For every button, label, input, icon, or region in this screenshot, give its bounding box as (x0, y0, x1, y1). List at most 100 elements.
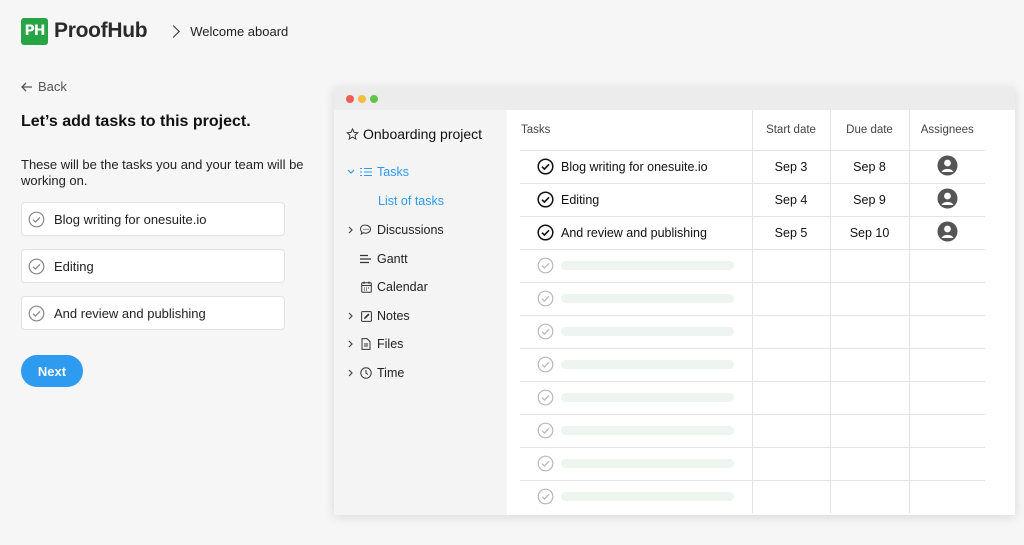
placeholder-row[interactable] (520, 248, 985, 282)
checklist-icon (359, 167, 373, 177)
table-row[interactable]: And review and publishing Sep 5 Sep 10 (520, 215, 985, 249)
placeholder-bar (561, 393, 734, 402)
empty-cell[interactable] (908, 380, 985, 414)
check-circle-icon (537, 455, 554, 472)
assignee-cell[interactable] (908, 215, 985, 249)
placeholder-row[interactable] (520, 281, 985, 315)
check-circle-icon[interactable] (537, 191, 554, 208)
sidebar-item-label: Gantt (377, 252, 408, 266)
check-circle-icon (537, 257, 554, 274)
column-header-due-date[interactable]: Due date (829, 110, 909, 150)
table-row[interactable]: Editing Sep 4 Sep 9 (520, 182, 985, 216)
check-circle-icon (28, 305, 45, 321)
table-row[interactable]: Blog writing for onesuite.io Sep 3 Sep 8 (520, 149, 985, 183)
check-circle-icon[interactable] (537, 158, 554, 175)
empty-cell[interactable] (829, 380, 909, 414)
check-circle-icon (537, 323, 554, 340)
due-date-cell[interactable]: Sep 9 (829, 182, 909, 216)
placeholder-row[interactable] (520, 380, 985, 414)
back-link[interactable]: Back (21, 79, 67, 94)
sidebar-item-label: Discussions (377, 223, 444, 237)
placeholder-bar (561, 327, 734, 336)
placeholder-bar (561, 492, 734, 502)
assignee-cell[interactable] (908, 182, 985, 216)
empty-cell[interactable] (751, 446, 830, 480)
project-title: Onboarding project (346, 126, 482, 142)
placeholder-row[interactable] (520, 446, 985, 480)
empty-cell[interactable] (908, 314, 985, 348)
note-edit-icon (359, 310, 373, 322)
empty-cell[interactable] (908, 347, 985, 381)
start-date-cell[interactable]: Sep 3 (751, 149, 830, 183)
back-label: Back (38, 79, 67, 94)
placeholder-row[interactable] (520, 413, 985, 447)
empty-cell[interactable] (751, 248, 830, 282)
empty-cell[interactable] (829, 413, 909, 447)
empty-cell[interactable] (751, 380, 830, 414)
sidebar-item-label: Time (377, 366, 405, 380)
placeholder-row[interactable] (520, 314, 985, 348)
user-avatar-icon[interactable] (937, 188, 958, 209)
gantt-icon (359, 254, 373, 264)
brand-name[interactable]: ProofHub (54, 19, 148, 43)
empty-cell[interactable] (908, 446, 985, 480)
empty-cell[interactable] (908, 248, 985, 282)
task-input-text: And review and publishing (54, 305, 206, 321)
task-name[interactable]: And review and publishing (561, 226, 707, 240)
next-button[interactable]: Next (21, 355, 83, 387)
sidebar-item-files[interactable]: Files (346, 335, 403, 353)
task-input-text: Blog writing for onesuite.io (54, 211, 207, 227)
proofhub-logo-icon[interactable]: PH (21, 17, 48, 45)
star-icon[interactable] (346, 127, 359, 141)
user-avatar-icon[interactable] (937, 155, 958, 176)
clock-icon (359, 367, 373, 379)
placeholder-row[interactable] (520, 347, 985, 381)
task-input-1[interactable]: Blog writing for onesuite.io (21, 202, 285, 236)
empty-cell[interactable] (751, 314, 830, 348)
sidebar-item-discussions[interactable]: Discussions (346, 221, 444, 239)
task-name[interactable]: Blog writing for onesuite.io (561, 160, 708, 174)
window-titlebar (334, 87, 1015, 110)
project-sidebar: Onboarding project Tasks List of tasks D… (334, 110, 507, 515)
check-circle-icon (537, 488, 554, 505)
check-circle-icon[interactable] (537, 224, 554, 241)
empty-cell[interactable] (908, 413, 985, 447)
empty-cell[interactable] (908, 479, 985, 513)
empty-cell[interactable] (751, 413, 830, 447)
column-header-tasks[interactable]: Tasks (520, 110, 752, 150)
empty-cell[interactable] (751, 347, 830, 381)
assignee-cell[interactable] (908, 149, 985, 183)
empty-cell[interactable] (829, 314, 909, 348)
due-date-cell[interactable]: Sep 8 (829, 149, 909, 183)
placeholder-row[interactable] (520, 479, 985, 513)
user-avatar-icon[interactable] (937, 221, 958, 242)
empty-cell[interactable] (829, 347, 909, 381)
empty-cell[interactable] (908, 281, 985, 315)
task-input-text: Editing (54, 258, 94, 274)
sidebar-item-tasks[interactable]: Tasks (346, 163, 409, 181)
step-description: These will be the tasks you and your tea… (21, 157, 304, 188)
task-name[interactable]: Editing (561, 193, 599, 207)
empty-cell[interactable] (751, 479, 830, 513)
empty-cell[interactable] (829, 281, 909, 315)
placeholder-bar (561, 459, 734, 468)
start-date-cell[interactable]: Sep 4 (751, 182, 830, 216)
column-header-start-date[interactable]: Start date (751, 110, 830, 150)
empty-cell[interactable] (829, 248, 909, 282)
empty-cell[interactable] (751, 281, 830, 315)
empty-cell[interactable] (829, 446, 909, 480)
task-input-2[interactable]: Editing (21, 249, 285, 283)
placeholder-bar (561, 294, 734, 303)
sidebar-item-list-of-tasks[interactable]: List of tasks (378, 194, 444, 208)
minimize-dot-icon (358, 94, 366, 103)
task-input-3[interactable]: And review and publishing (21, 296, 285, 330)
empty-cell[interactable] (829, 479, 909, 513)
sidebar-item-calendar[interactable]: Calendar (346, 278, 428, 296)
breadcrumb: Welcome aboard (190, 23, 289, 39)
sidebar-item-gantt[interactable]: Gantt (346, 250, 408, 268)
due-date-cell[interactable]: Sep 10 (829, 215, 909, 249)
column-header-assignees[interactable]: Assignees (908, 110, 985, 150)
start-date-cell[interactable]: Sep 5 (751, 215, 830, 249)
sidebar-item-time[interactable]: Time (346, 364, 404, 382)
sidebar-item-notes[interactable]: Notes (346, 307, 410, 325)
